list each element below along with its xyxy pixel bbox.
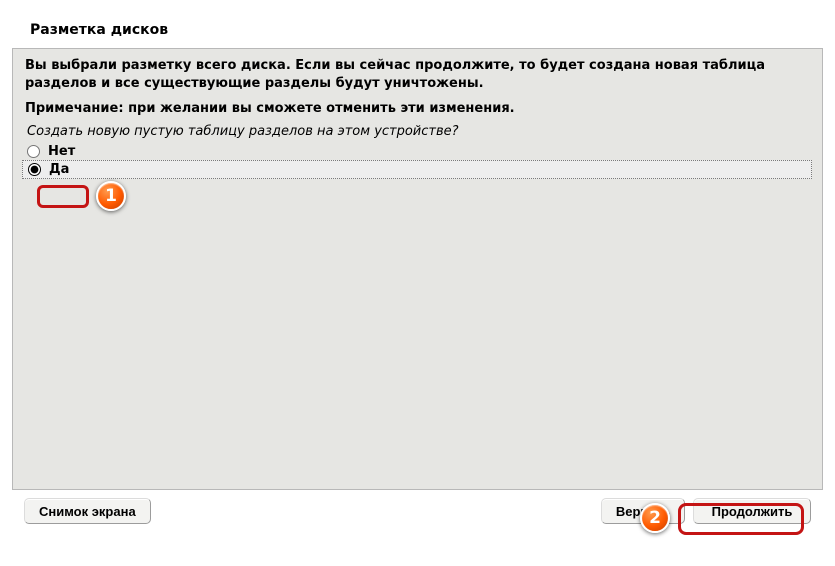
radio-yes-label: Да [49,162,69,177]
screenshot-button[interactable]: Снимок экрана [24,498,151,524]
back-button[interactable]: Вернуть [601,498,685,524]
footer-bar: Снимок экрана Вернуть Продолжить [12,490,823,534]
option-yes-row[interactable]: Да [22,160,812,179]
dialog-window: Разметка дисков Вы выбрали разметку всег… [0,0,835,534]
radio-yes[interactable] [28,163,41,176]
question-text: Создать новую пустую таблицу разделов на… [23,124,812,143]
warning-message: Вы выбрали разметку всего диска. Если вы… [23,55,812,98]
radio-no[interactable] [27,145,40,158]
continue-button[interactable]: Продолжить [693,498,811,524]
radio-no-label: Нет [48,144,75,159]
note-message: Примечание: при желании вы сможете отмен… [23,98,812,124]
content-panel: Вы выбрали разметку всего диска. Если вы… [12,48,823,490]
option-no-row[interactable]: Нет [23,143,812,160]
dialog-title: Разметка дисков [12,10,823,48]
